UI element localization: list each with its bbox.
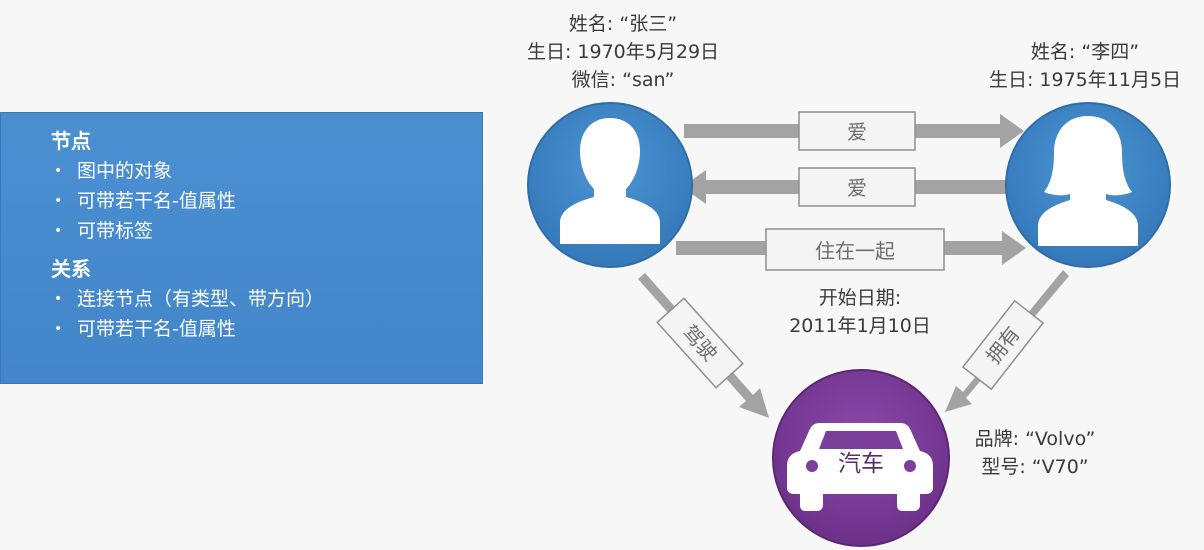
car-label: 汽车	[838, 451, 884, 477]
own-arrow: 拥有	[945, 270, 1069, 412]
graph-diagram: 爱 爱 住在一起 驾驶 拥有 个人 个人 汽车	[527, 102, 1171, 547]
person-label-lisi: 个人	[1066, 215, 1110, 240]
graph-model-figure: 节点 图中的对象 可带若干名-值属性 可带标签 关系 连接节点（有类型、带方向）…	[0, 0, 1204, 550]
drive-arrow: 驾驶	[638, 273, 769, 418]
person-node-zhangsan: 个人	[527, 102, 693, 268]
person-label-zhangsan: 个人	[588, 215, 632, 240]
love-arrow-ba: 爱	[682, 167, 1024, 207]
love-arrow-ab: 爱	[684, 111, 1024, 151]
live-together-arrow: 住在一起	[676, 228, 1026, 271]
love-ab-label: 爱	[847, 120, 867, 144]
car-node: 汽车	[772, 369, 950, 547]
love-ba-label: 爱	[847, 176, 867, 200]
live-together-label: 住在一起	[815, 239, 895, 263]
person-node-lisi: 个人	[1005, 102, 1171, 268]
